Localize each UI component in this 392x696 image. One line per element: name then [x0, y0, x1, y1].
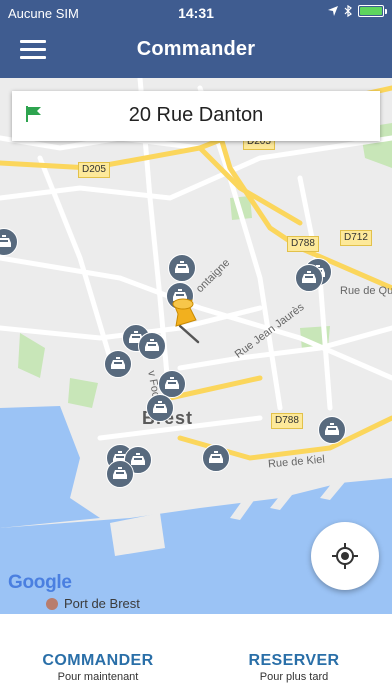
- location-arrow-icon: [328, 6, 338, 16]
- battery-icon: [358, 5, 387, 17]
- order-now-sublabel: Pour maintenant: [57, 671, 139, 683]
- taxi-icon: [131, 453, 145, 465]
- poi-label: Port de Brest: [46, 596, 140, 611]
- taxi-icon: [113, 467, 127, 479]
- taxi-marker[interactable]: [106, 460, 134, 488]
- pickup-address-field[interactable]: 20 Rue Danton: [12, 91, 380, 141]
- taxi-marker[interactable]: [318, 416, 346, 444]
- road-label: D712: [340, 230, 372, 246]
- street-label: Rue de Quin: [340, 285, 392, 297]
- app-header: Aucune SIM 14:31 Commander: [0, 0, 392, 78]
- map-view[interactable]: D205 D205 D788 D712 D788 Rue de Quin Rue…: [0, 78, 392, 614]
- taxi-marker[interactable]: [295, 264, 323, 292]
- status-bar: Aucune SIM 14:31: [0, 0, 392, 26]
- locate-me-button[interactable]: [311, 522, 379, 590]
- action-bar: COMMANDER Pour maintenant RESERVER Pour …: [0, 614, 392, 696]
- taxi-icon: [302, 271, 316, 283]
- taxi-icon: [111, 357, 125, 369]
- road-label: D788: [287, 236, 319, 252]
- page-title: Commander: [136, 38, 256, 60]
- taxi-marker[interactable]: [138, 332, 166, 360]
- taxi-icon: [175, 261, 189, 273]
- road-label: D205: [78, 162, 110, 178]
- crosshair-icon: [332, 543, 358, 569]
- pickup-pin-icon[interactable]: [170, 298, 206, 344]
- taxi-icon: [153, 401, 167, 413]
- taxi-icon: [325, 423, 339, 435]
- taxi-icon: [145, 339, 159, 351]
- taxi-icon: [0, 235, 11, 247]
- book-later-label: RESERVER: [248, 652, 340, 669]
- pickup-address-value: 20 Rue Danton: [128, 104, 264, 126]
- bluetooth-icon: [344, 5, 352, 17]
- taxi-marker[interactable]: [202, 444, 230, 472]
- book-later-sublabel: Pour plus tard: [259, 671, 329, 683]
- taxi-marker[interactable]: [104, 350, 132, 378]
- poi-icon: [46, 597, 58, 610]
- taxi-marker[interactable]: [168, 254, 196, 282]
- road-label: D788: [271, 413, 303, 429]
- taxi-icon: [209, 451, 223, 463]
- taxi-icon: [165, 377, 179, 389]
- google-logo: Google: [8, 572, 72, 593]
- order-now-button[interactable]: COMMANDER Pour maintenant: [38, 652, 158, 683]
- taxi-marker[interactable]: [146, 394, 174, 422]
- book-later-button[interactable]: RESERVER Pour plus tard: [236, 652, 352, 683]
- status-icons: [328, 5, 387, 17]
- order-now-label: COMMANDER: [42, 652, 154, 669]
- poi-text: Port de Brest: [64, 596, 140, 611]
